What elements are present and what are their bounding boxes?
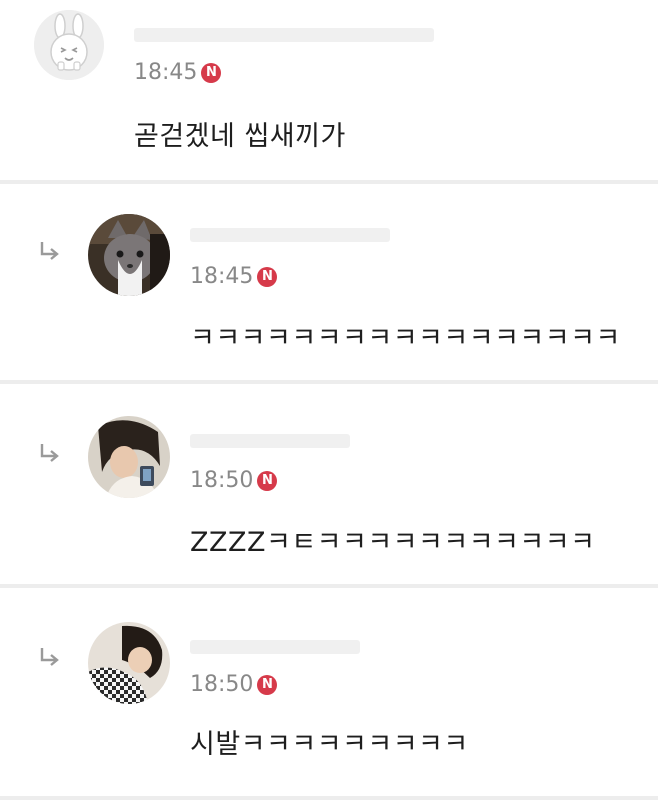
comment-meta: 18:45 N [134,60,222,85]
reply-time: 18:50 [190,672,254,697]
comment-item: 18:45 N 곧걷겠네 씹새끼가 [0,0,658,180]
reply-meta: 18:50 N [190,672,278,697]
comment-feed: 18:45 N 곧걷겠네 씹새끼가 18:45 N ㅋㅋㅋㅋㅋㅋㅋㅋㅋㅋㅋㅋㅋㅋ… [0,0,658,800]
new-badge: N [257,470,278,491]
reply-arrow-icon [36,238,64,266]
reply-text: 시발ㅋㅋㅋㅋㅋㅋㅋㅋㅋ [190,729,469,760]
reply-username[interactable] [190,434,350,448]
new-badge: N [201,62,222,83]
reply-arrow-icon [36,440,64,468]
reply-time: 18:50 [190,468,254,493]
reply-username[interactable] [190,640,360,654]
reply-text: ZZZZㅋㅌㅋㅋㅋㅋㅋㅋㅋㅋㅋㅋㅋ [190,527,596,558]
new-badge: N [257,674,278,695]
comment-text: 곧걷겠네 씹새끼가 [134,121,346,152]
divider [0,796,658,800]
reply-arrow-icon [36,644,64,672]
comment-username[interactable] [134,28,434,42]
bunny-avatar-icon[interactable] [34,10,104,80]
reply-item: 18:45 N ㅋㅋㅋㅋㅋㅋㅋㅋㅋㅋㅋㅋㅋㅋㅋㅋㅋ [0,184,658,380]
reply-meta: 18:45 N [190,264,278,289]
reply-text: ㅋㅋㅋㅋㅋㅋㅋㅋㅋㅋㅋㅋㅋㅋㅋㅋㅋ [190,323,621,354]
reply-meta: 18:50 N [190,468,278,493]
reply-time: 18:45 [190,264,254,289]
reply-username[interactable] [190,228,390,242]
new-badge: N [257,266,278,287]
cat-photo-avatar[interactable] [88,214,170,296]
person-photo-avatar[interactable] [88,622,170,704]
reply-item: 18:50 N ZZZZㅋㅌㅋㅋㅋㅋㅋㅋㅋㅋㅋㅋㅋ [0,384,658,584]
person-photo-avatar[interactable] [88,416,170,498]
comment-time: 18:45 [134,60,198,85]
reply-item: 18:50 N 시발ㅋㅋㅋㅋㅋㅋㅋㅋㅋ [0,588,658,800]
